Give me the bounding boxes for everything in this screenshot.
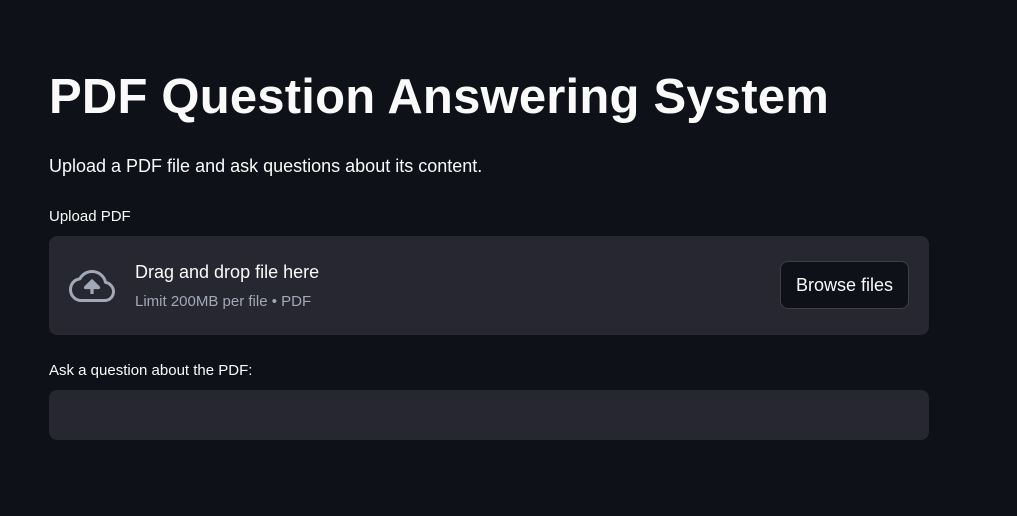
page-subtitle: Upload a PDF file and ask questions abou… — [49, 156, 483, 176]
question-input[interactable] — [49, 390, 929, 440]
app-page: PDF Question Answering System Upload a P… — [0, 0, 1017, 516]
upload-label: Upload PDF — [49, 208, 131, 225]
file-dropzone[interactable]: Drag and drop file here Limit 200MB per … — [49, 236, 929, 335]
dropzone-limit-text: Limit 200MB per file • PDF — [135, 293, 312, 310]
cloud-upload-icon — [69, 270, 115, 302]
dropzone-instruction: Drag and drop file here — [135, 262, 320, 282]
page-title: PDF Question Answering System — [49, 70, 829, 124]
question-label: Ask a question about the PDF: — [49, 362, 253, 379]
browse-files-button[interactable]: Browse files — [779, 261, 909, 309]
